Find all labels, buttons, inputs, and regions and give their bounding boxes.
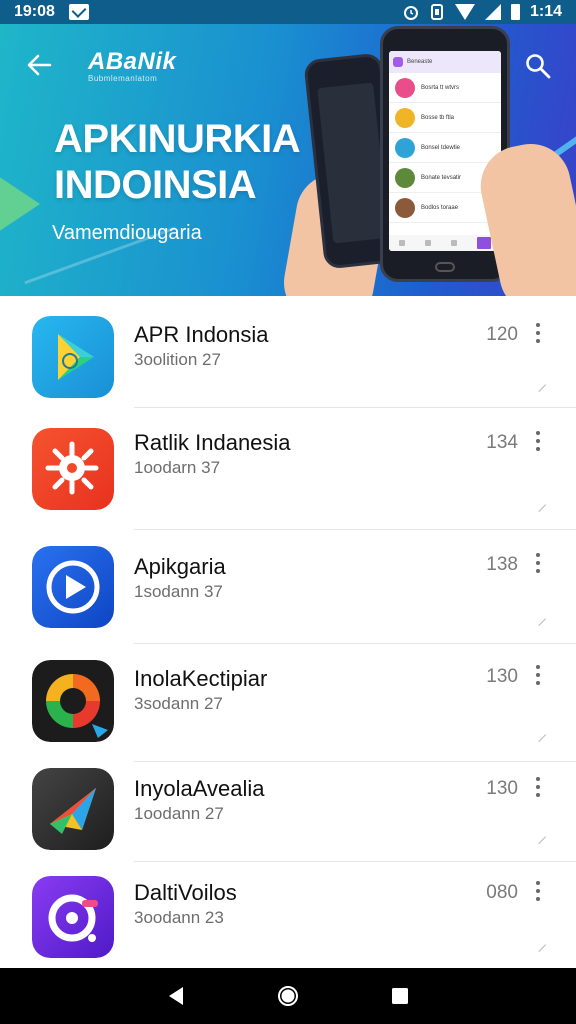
decorative-triangle	[0, 164, 40, 244]
vibrate-icon	[430, 4, 443, 20]
phone-screen-row: Bosse tb ftla	[389, 103, 501, 133]
alarm-icon	[403, 6, 418, 20]
brand-logo: ABaNik Bubmlemanlatom	[88, 48, 176, 83]
page-subtitle: Vamemdiougaria	[52, 222, 202, 244]
status-clock: 1:14	[529, 3, 562, 20]
phone-screen-row: Bosrta tt wtvrs	[389, 73, 501, 103]
app-name: InolaKectipiar	[134, 666, 268, 691]
app-icon-apr	[32, 316, 114, 398]
app-subtitle: 3oodann 23	[134, 908, 224, 927]
title-line-2: INDOINSIA	[54, 163, 257, 207]
check-icon	[531, 937, 547, 953]
app-icon-daltivoilos	[32, 876, 114, 958]
list-item[interactable]: Ratlik Indanesia 1oodarn 37 134	[0, 408, 576, 530]
app-count: 134	[486, 432, 518, 453]
app-count: 130	[486, 666, 518, 687]
nav-back-icon	[169, 987, 183, 1005]
nav-home-icon	[278, 986, 298, 1006]
title-line-1: APKINURKIA	[54, 117, 301, 161]
check-icon	[531, 727, 547, 743]
sun-splash-icon	[32, 428, 114, 510]
app-subtitle: 3sodann 27	[134, 694, 223, 713]
play-store-icon	[32, 316, 114, 398]
system-nav-bar	[0, 968, 576, 1024]
phone-front-illustration: Beneaste Bosrta tt wtvrs Bosse tb ftla B…	[380, 26, 510, 282]
more-options-button[interactable]	[528, 662, 548, 688]
phone-screen-row: Bonsel tdewtie	[389, 133, 501, 163]
list-item[interactable]: Apikgaria 1sodann 37 138	[0, 530, 576, 644]
app-count: 120	[486, 324, 518, 345]
paper-plane-icon	[32, 768, 114, 850]
signal-icon	[484, 4, 501, 20]
nav-recents-icon	[392, 988, 408, 1004]
check-icon	[531, 497, 547, 513]
nav-home-button[interactable]	[268, 976, 308, 1016]
brand-name: ABaNik	[88, 48, 177, 75]
app-count: 080	[486, 882, 518, 903]
nav-recents-button[interactable]	[380, 976, 420, 1016]
phone-screen-header: Beneaste	[389, 51, 501, 73]
status-bar: 19:08 1:14	[0, 0, 576, 24]
search-icon	[526, 54, 551, 79]
phone-screen-tabbar	[389, 235, 501, 251]
phone-screen: Beneaste Bosrta tt wtvrs Bosse tb ftla B…	[389, 51, 501, 251]
nav-back-button[interactable]	[156, 976, 196, 1016]
app-icon-inolakectipiar	[32, 660, 114, 742]
app-count: 130	[486, 778, 518, 799]
check-icon	[531, 611, 547, 627]
app-count: 138	[486, 554, 518, 575]
app-subtitle: 3oolition 27	[134, 350, 221, 369]
list-item[interactable]: InyolaAvealia 1oodann 27 130	[0, 762, 576, 862]
more-options-button[interactable]	[528, 320, 548, 346]
more-options-button[interactable]	[528, 550, 548, 576]
app-subtitle: 1sodann 37	[134, 582, 223, 601]
app-name: APR Indonsia	[134, 322, 269, 347]
arrow-left-icon	[27, 54, 52, 76]
app-name: DaltiVoilos	[134, 880, 237, 905]
hero-banner: ABaNik Bubmlemanlatom APKINURKIA INDOINS…	[0, 24, 576, 296]
more-options-button[interactable]	[528, 878, 548, 904]
timer-icon	[32, 876, 114, 958]
app-subtitle: 1oodarn 37	[134, 458, 221, 477]
brand-tagline: Bubmlemanlatom	[88, 74, 158, 83]
back-button[interactable]	[22, 50, 56, 80]
page-title: APKINURKIA INDOINSIA	[54, 116, 301, 208]
app-icon-inyolaavealia	[32, 768, 114, 850]
app-name: Apikgaria	[134, 554, 226, 579]
check-icon	[531, 829, 547, 845]
battery-icon	[510, 4, 520, 20]
app-icon-apikgaria	[32, 546, 114, 628]
app-list: APR Indonsia 3oolition 27 120 Ratlik Ind…	[0, 296, 576, 968]
app-subtitle: 1oodann 27	[134, 804, 224, 823]
play-button-icon	[32, 546, 114, 628]
list-item[interactable]: APR Indonsia 3oolition 27 120	[0, 296, 576, 408]
list-item[interactable]: DaltiVoilos 3oodann 23 080	[0, 862, 576, 968]
wifi-icon	[454, 4, 475, 20]
list-item[interactable]: InolaKectipiar 3sodann 27 130	[0, 644, 576, 762]
color-ring-icon	[32, 660, 114, 742]
mail-icon	[68, 4, 89, 20]
more-options-button[interactable]	[528, 428, 548, 454]
app-name: Ratlik Indanesia	[134, 430, 291, 455]
status-time: 19:08	[14, 3, 55, 20]
check-icon	[531, 377, 547, 393]
more-options-button[interactable]	[528, 774, 548, 800]
app-name: InyolaAvealia	[134, 776, 265, 801]
search-button[interactable]	[524, 52, 552, 80]
phone-home-button	[435, 262, 455, 272]
app-icon-ratlik	[32, 428, 114, 510]
